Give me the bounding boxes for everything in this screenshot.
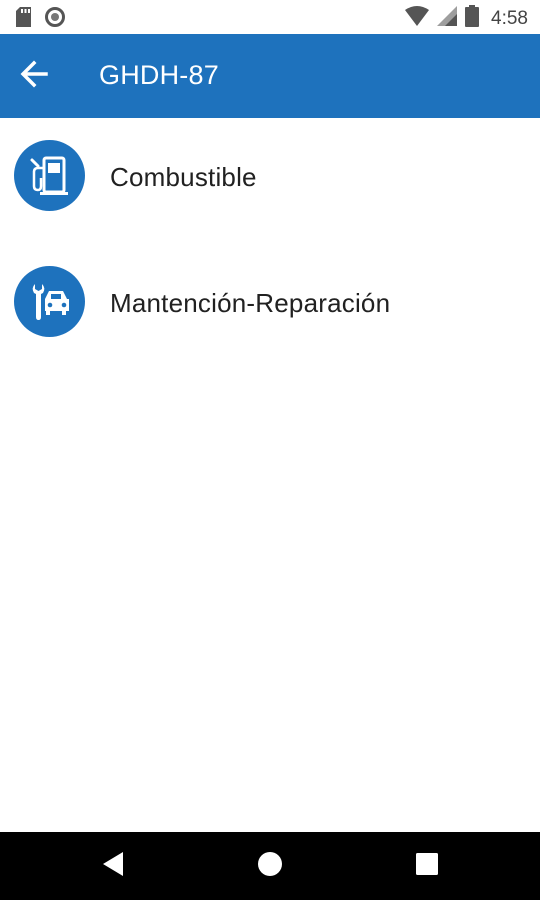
page-title: GHDH-87 [99, 60, 219, 90]
menu-item-label: Mantención-Reparación [110, 288, 391, 318]
status-time: 4:58 [491, 7, 528, 29]
menu-item-mantencion-reparacion[interactable]: Mantención-Reparación [0, 244, 540, 370]
car-repair-icon [14, 266, 85, 337]
status-system-icons: 4:58 [405, 5, 528, 32]
menu-item-combustible[interactable]: Combustible [0, 118, 540, 244]
battery-icon [465, 5, 480, 32]
system-nav-bar [0, 832, 540, 900]
nav-home-button[interactable] [250, 846, 290, 886]
menu-item-label: Combustible [110, 162, 257, 192]
app-bar: GHDH-87 [0, 34, 540, 118]
recents-square-icon [416, 852, 438, 880]
fuel-pump-icon [14, 140, 85, 211]
sd-card-icon [16, 7, 31, 32]
nav-recents-button[interactable] [407, 846, 447, 886]
nav-back-button[interactable] [93, 846, 133, 886]
back-button[interactable] [10, 52, 58, 100]
sync-circle-icon [45, 7, 65, 32]
cell-signal-icon [437, 6, 458, 31]
wifi-icon [405, 6, 430, 31]
status-bar: 4:58 [0, 0, 540, 34]
status-notifications [16, 7, 65, 32]
menu-list: Combustible Mantención-Reparación [0, 118, 540, 370]
home-circle-icon [257, 851, 283, 882]
back-triangle-icon [101, 851, 125, 882]
arrow-back-icon [20, 60, 48, 93]
